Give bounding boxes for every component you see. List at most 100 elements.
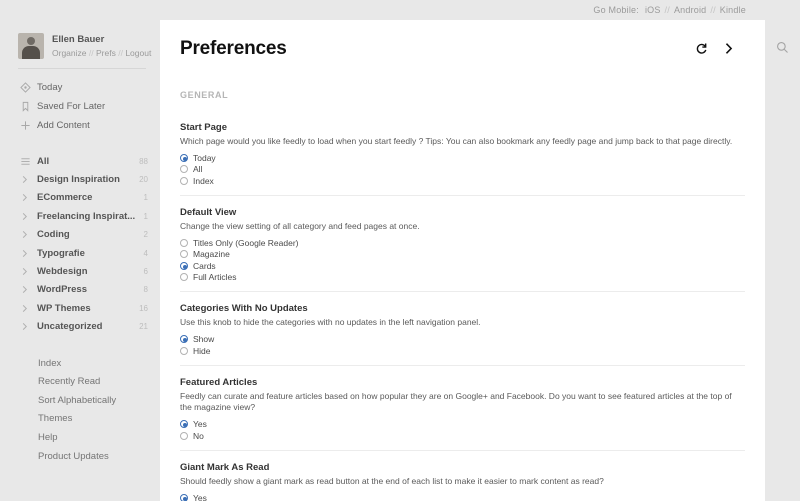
sidebar-item-label: Add Content [37,120,90,131]
sidebar-item-add-content[interactable]: Add Content [0,116,160,135]
radio-indicator[interactable] [180,346,188,355]
sidebar-category-label: Coding [37,229,70,241]
go-mobile-link-android[interactable]: Android [674,5,706,15]
header-actions [695,42,735,55]
sidebar-category-uncategorized[interactable]: Uncategorized 21 [0,318,160,336]
chevron-right-icon[interactable] [20,304,36,313]
radio-option-index[interactable]: Index [180,175,745,186]
radio-option-today[interactable]: Today [180,152,745,163]
sidebar-footer-index[interactable]: Index [0,354,160,373]
sidebar-category-count: 20 [139,175,148,185]
sidebar-category-webdesign[interactable]: Webdesign 6 [0,262,160,280]
sidebar-item-today[interactable]: Today [0,78,160,97]
radio-option-hide[interactable]: Hide [180,345,745,356]
radio-option-show[interactable]: Show [180,334,745,345]
radio-group: Show Hide [180,334,745,356]
sidebar-footer-recently-read[interactable]: Recently Read [0,373,160,392]
radio-label: Show [193,334,215,345]
sidebar-category-ecommerce[interactable]: ECommerce 1 [0,189,160,207]
radio-indicator[interactable] [180,250,188,259]
left-sidebar: Ellen Bauer Organize // Prefs // Logout … [0,0,160,501]
sidebar-category-count: 2 [143,230,148,240]
profile-link-organize[interactable]: Organize [52,48,87,58]
sidebar-category-wp-themes[interactable]: WP Themes 16 [0,299,160,317]
radio-option-full-articles[interactable]: Full Articles [180,272,745,283]
radio-indicator[interactable] [180,261,188,270]
preference-title: Start Page [180,122,227,133]
chevron-right-icon[interactable] [722,42,735,55]
search-icon[interactable] [776,41,800,59]
radio-indicator[interactable] [180,420,188,429]
bookmark-icon [20,101,36,112]
sidebar-item-saved-for-later[interactable]: Saved For Later [0,97,160,116]
sidebar-footer-sort-alphabetically[interactable]: Sort Alphabetically [0,391,160,410]
preferences-content: Start Page Which page would you like fee… [160,100,765,501]
radio-option-magazine[interactable]: Magazine [180,249,745,260]
panel-header: Preferences [160,20,765,78]
sidebar-category-label: All [37,155,50,167]
sidebar-category-wordpress[interactable]: WordPress 8 [0,281,160,299]
sidebar-category-label: WP Themes [37,302,91,314]
go-mobile-link-kindle[interactable]: Kindle [720,5,746,15]
radio-label: Yes [193,419,207,430]
avatar[interactable] [18,33,44,59]
radio-option-yes[interactable]: Yes [180,419,745,430]
radio-indicator[interactable] [180,153,188,162]
sidebar-category-coding[interactable]: Coding 2 [0,226,160,244]
main-panel: Preferences GENERAL Start Page Which pag… [160,20,765,501]
sidebar-category-count: 8 [143,285,148,295]
radio-label: Index [193,175,214,186]
chevron-right-icon[interactable] [20,249,36,258]
profile-link-logout[interactable]: Logout [125,48,151,58]
radio-indicator[interactable] [180,176,188,185]
sidebar-category-all[interactable]: All 88 [0,152,160,170]
chevron-right-icon[interactable] [20,175,36,184]
sidebar-category-label: Freelancing Inspirat... [37,210,136,222]
chevron-right-icon[interactable] [20,285,36,294]
right-rail [765,20,800,501]
sidebar-category-freelancing-inspiration[interactable]: Freelancing Inspirat... 1 [0,207,160,225]
radio-option-cards[interactable]: Cards [180,260,745,271]
radio-label: Hide [193,345,211,356]
chevron-right-icon[interactable] [20,193,36,202]
chevron-right-icon[interactable] [20,212,36,221]
sidebar-item-label: Saved For Later [37,101,106,112]
radio-option-no[interactable]: No [180,430,745,441]
preference-giant-mark-as-read: Giant Mark As Read Should feedly show a … [180,451,745,501]
radio-label: Magazine [193,249,230,260]
sidebar-footer-product-updates[interactable]: Product Updates [0,447,160,466]
chevron-right-icon[interactable] [20,230,36,239]
radio-indicator[interactable] [180,165,188,174]
radio-indicator[interactable] [180,238,188,247]
separator: // [664,5,670,15]
profile-block[interactable]: Ellen Bauer Organize // Prefs // Logout [0,0,160,59]
radio-option-all[interactable]: All [180,164,745,175]
preference-description: Feedly can curate and feature articles b… [180,390,732,413]
sidebar-item-label: Today [37,82,63,93]
sidebar-category-label: Typografie [37,247,85,259]
radio-group: Titles Only (Google Reader) Magazine Car… [180,237,745,282]
radio-indicator[interactable] [180,273,188,282]
sidebar-category-count: 88 [139,156,148,166]
go-mobile-link-ios[interactable]: iOS [645,5,661,15]
radio-indicator[interactable] [180,335,188,344]
radio-label: Full Articles [193,272,237,283]
radio-option-yes[interactable]: Yes [180,492,745,501]
sidebar-footer-themes[interactable]: Themes [0,410,160,429]
sidebar-footer-help[interactable]: Help [0,428,160,447]
radio-label: No [193,430,204,441]
chevron-right-icon[interactable] [20,322,36,331]
radio-indicator[interactable] [180,493,188,501]
sidebar-divider [18,68,146,69]
radio-group: Yes No [180,492,745,501]
chevron-right-icon[interactable] [20,267,36,276]
sidebar-category-typografie[interactable]: Typografie 4 [0,244,160,262]
profile-link-prefs[interactable]: Prefs [96,48,116,58]
sidebar-category-design-inspiration[interactable]: Design Inspiration 20 [0,170,160,188]
radio-indicator[interactable] [180,431,188,440]
radio-option-titles-only[interactable]: Titles Only (Google Reader) [180,237,745,248]
refresh-icon[interactable] [695,42,708,55]
radio-label: All [193,164,203,175]
preference-description: Which page would you like feedly to load… [180,136,733,146]
radio-label: Today [193,152,216,163]
